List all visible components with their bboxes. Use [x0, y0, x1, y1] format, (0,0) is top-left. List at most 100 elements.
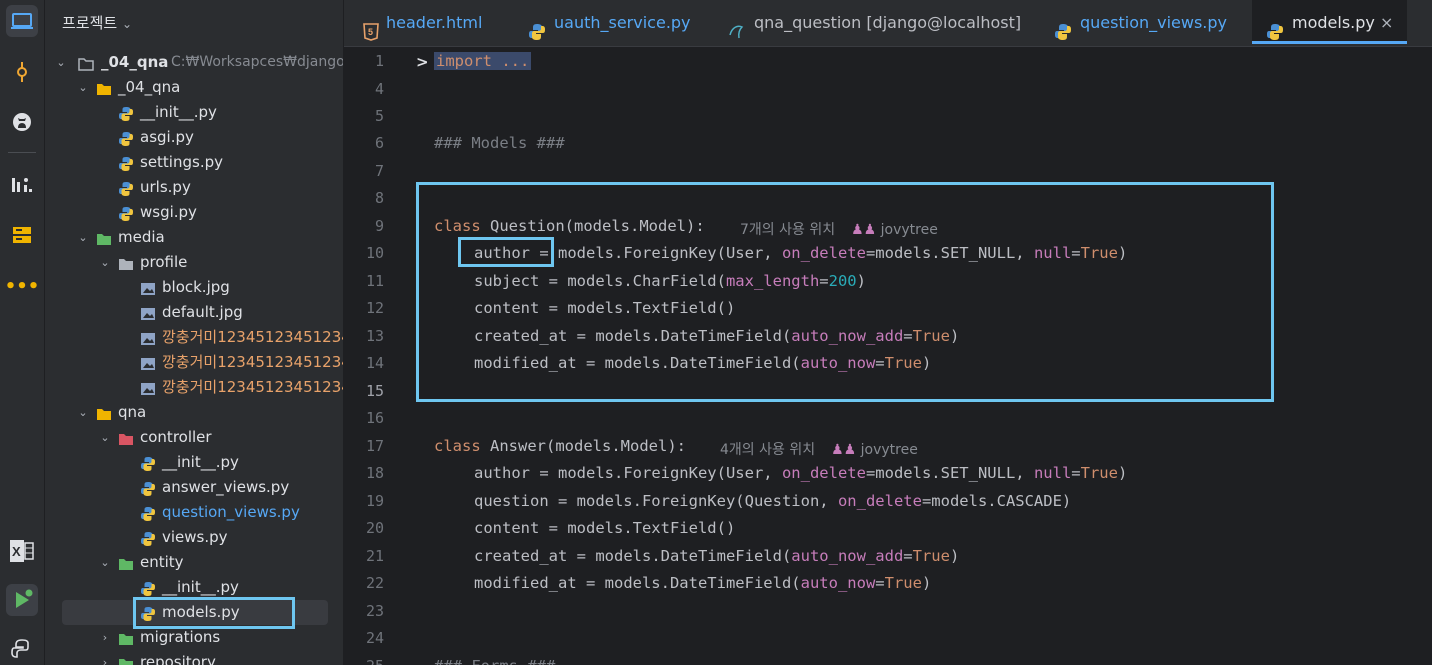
tree-item-label: asgi.py [140, 128, 194, 146]
tree-item[interactable]: 깡충거미12345123451234 [45, 375, 343, 400]
python-icon [1054, 13, 1072, 40]
field-line[interactable]: created_at = models.DateTimeField(auto_n… [474, 547, 959, 565]
folder-icon [96, 80, 112, 96]
tree-item[interactable]: ⌄ qna [45, 400, 343, 425]
python-file-icon [118, 130, 134, 146]
tree-item[interactable]: ⌄ media [45, 225, 343, 250]
tree-item[interactable]: answer_views.py [45, 475, 343, 500]
field-line[interactable]: content = models.TextField() [474, 519, 735, 537]
chevron-down-icon[interactable]: ⌄ [99, 550, 111, 575]
question-class-highlight [416, 182, 1274, 402]
user-icon: ♟♟ [831, 442, 857, 458]
line-number: 6 [374, 134, 384, 152]
line-number: 4 [374, 80, 384, 98]
tree-item-label: migrations [140, 628, 221, 646]
tree-item[interactable]: __init__.py [45, 450, 343, 475]
line-number: 19 [365, 492, 384, 510]
close-icon[interactable]: × [1380, 0, 1393, 46]
folder-icon [96, 405, 112, 421]
commit-icon[interactable] [6, 56, 38, 88]
chevron-down-icon[interactable]: ⌄ [55, 50, 67, 75]
tree-item-label: repository [140, 653, 216, 665]
folder-icon [96, 230, 112, 246]
svg-text:X: X [12, 544, 21, 559]
run-icon[interactable] [6, 584, 38, 616]
tree-item[interactable]: › repository [45, 650, 343, 665]
tree-item[interactable]: models.py [62, 597, 328, 629]
tree-item[interactable]: __init__.py [45, 100, 343, 125]
line-number: 13 [365, 327, 384, 345]
chevron-down-icon[interactable]: ⌄ [77, 225, 89, 250]
python-console-icon[interactable] [6, 633, 38, 665]
python-icon [1266, 13, 1284, 40]
tree-item[interactable]: wsgi.py [45, 200, 343, 225]
image-file-icon [140, 380, 156, 396]
python-file-icon [140, 580, 156, 596]
more-tools-icon[interactable]: ••• [5, 270, 40, 302]
tree-item[interactable]: ⌄ entity [45, 550, 343, 575]
html-icon: 5 [362, 13, 380, 41]
tree-item[interactable]: 깡충거미12345123451234 [45, 325, 343, 350]
tree-item-label: question_views.py [162, 503, 300, 521]
tree-item[interactable]: question_views.py [45, 500, 343, 525]
tree-item[interactable]: asgi.py [45, 125, 343, 150]
author-field-highlight [458, 237, 554, 267]
chevron-right-icon[interactable]: › [99, 625, 111, 650]
tree-item[interactable]: block.jpg [45, 275, 343, 300]
line-number: 1 [374, 52, 384, 70]
field-line[interactable]: modified_at = models.DateTimeField(auto_… [474, 574, 931, 592]
tree-item[interactable]: settings.py [45, 150, 343, 175]
project-tool-icon[interactable] [6, 5, 38, 37]
chevron-right-icon[interactable]: › [99, 650, 111, 665]
tree-item[interactable]: ⌄ controller [45, 425, 343, 450]
fold-chevron-icon[interactable]: > [416, 53, 429, 71]
tree-item[interactable]: › migrations [45, 625, 343, 650]
line-number: 16 [365, 409, 384, 427]
editor-tabs: 5 header.html uauth_service.py qna_quest… [344, 0, 1432, 47]
tree-item-label: media [118, 228, 165, 246]
tab-question-views[interactable]: question_views.py [1054, 0, 1227, 46]
tree-item[interactable]: urls.py [45, 175, 343, 200]
folder-icon [118, 655, 134, 665]
tree-item-label: entity [140, 553, 184, 571]
tree-item[interactable]: 깡충거미12345123451234 [45, 350, 343, 375]
field-line[interactable]: question = models.ForeignKey(Question, o… [474, 492, 1071, 510]
dependencies-icon[interactable] [6, 170, 38, 202]
answer-usages-hint[interactable]: 4개의 사용 위치 ♟♟ jovytree [720, 439, 918, 459]
chevron-down-icon[interactable]: ⌄ [99, 425, 111, 450]
project-panel: 프로젝트 ⌄ ⌄ _04_qna C:₩Worksapces₩django ⌄ _… [45, 0, 343, 665]
tab-models-active[interactable]: models.py × [1252, 0, 1407, 44]
folder-icon [78, 55, 94, 71]
line-number: 20 [365, 519, 384, 537]
tree-item-label: wsgi.py [140, 203, 197, 221]
line-number: 7 [374, 162, 384, 180]
tab-sql-console[interactable]: qna_question [django@localhost] [728, 0, 1021, 46]
python-file-icon [140, 505, 156, 521]
chevron-down-icon[interactable]: ⌄ [77, 75, 89, 100]
import-fold[interactable]: import ... [434, 52, 532, 70]
answer-class-line[interactable]: class Answer(models.Model): [434, 437, 686, 455]
project-header[interactable]: 프로젝트 ⌄ [62, 12, 132, 33]
tree-item[interactable]: views.py [45, 525, 343, 550]
tree-item[interactable]: ⌄ profile [45, 250, 343, 275]
folder-icon [118, 630, 134, 646]
tree-item-label: views.py [162, 528, 228, 546]
github-icon[interactable] [6, 106, 38, 138]
tree-item[interactable]: ⌄ _04_qna [45, 75, 343, 100]
image-file-icon [140, 330, 156, 346]
line-number: 14 [365, 354, 384, 372]
models-comment: ### Models ### [434, 134, 565, 152]
tab-header-html[interactable]: 5 header.html [362, 0, 482, 46]
database-icon[interactable] [6, 219, 38, 251]
tree-root[interactable]: ⌄ _04_qna C:₩Worksapces₩django [45, 50, 343, 75]
code-editor[interactable]: 145678910111213141516171819202122232425 … [344, 47, 1432, 665]
image-file-icon [140, 280, 156, 296]
line-number: 9 [374, 217, 384, 235]
tree-item[interactable]: default.jpg [45, 300, 343, 325]
excel-icon[interactable]: X [6, 535, 38, 567]
tree-item-label: _04_qna [118, 78, 181, 96]
chevron-down-icon[interactable]: ⌄ [99, 250, 111, 275]
field-line[interactable]: author = models.ForeignKey(User, on_dele… [474, 464, 1127, 482]
chevron-down-icon[interactable]: ⌄ [77, 400, 89, 425]
tab-uauth-service[interactable]: uauth_service.py [528, 0, 691, 46]
